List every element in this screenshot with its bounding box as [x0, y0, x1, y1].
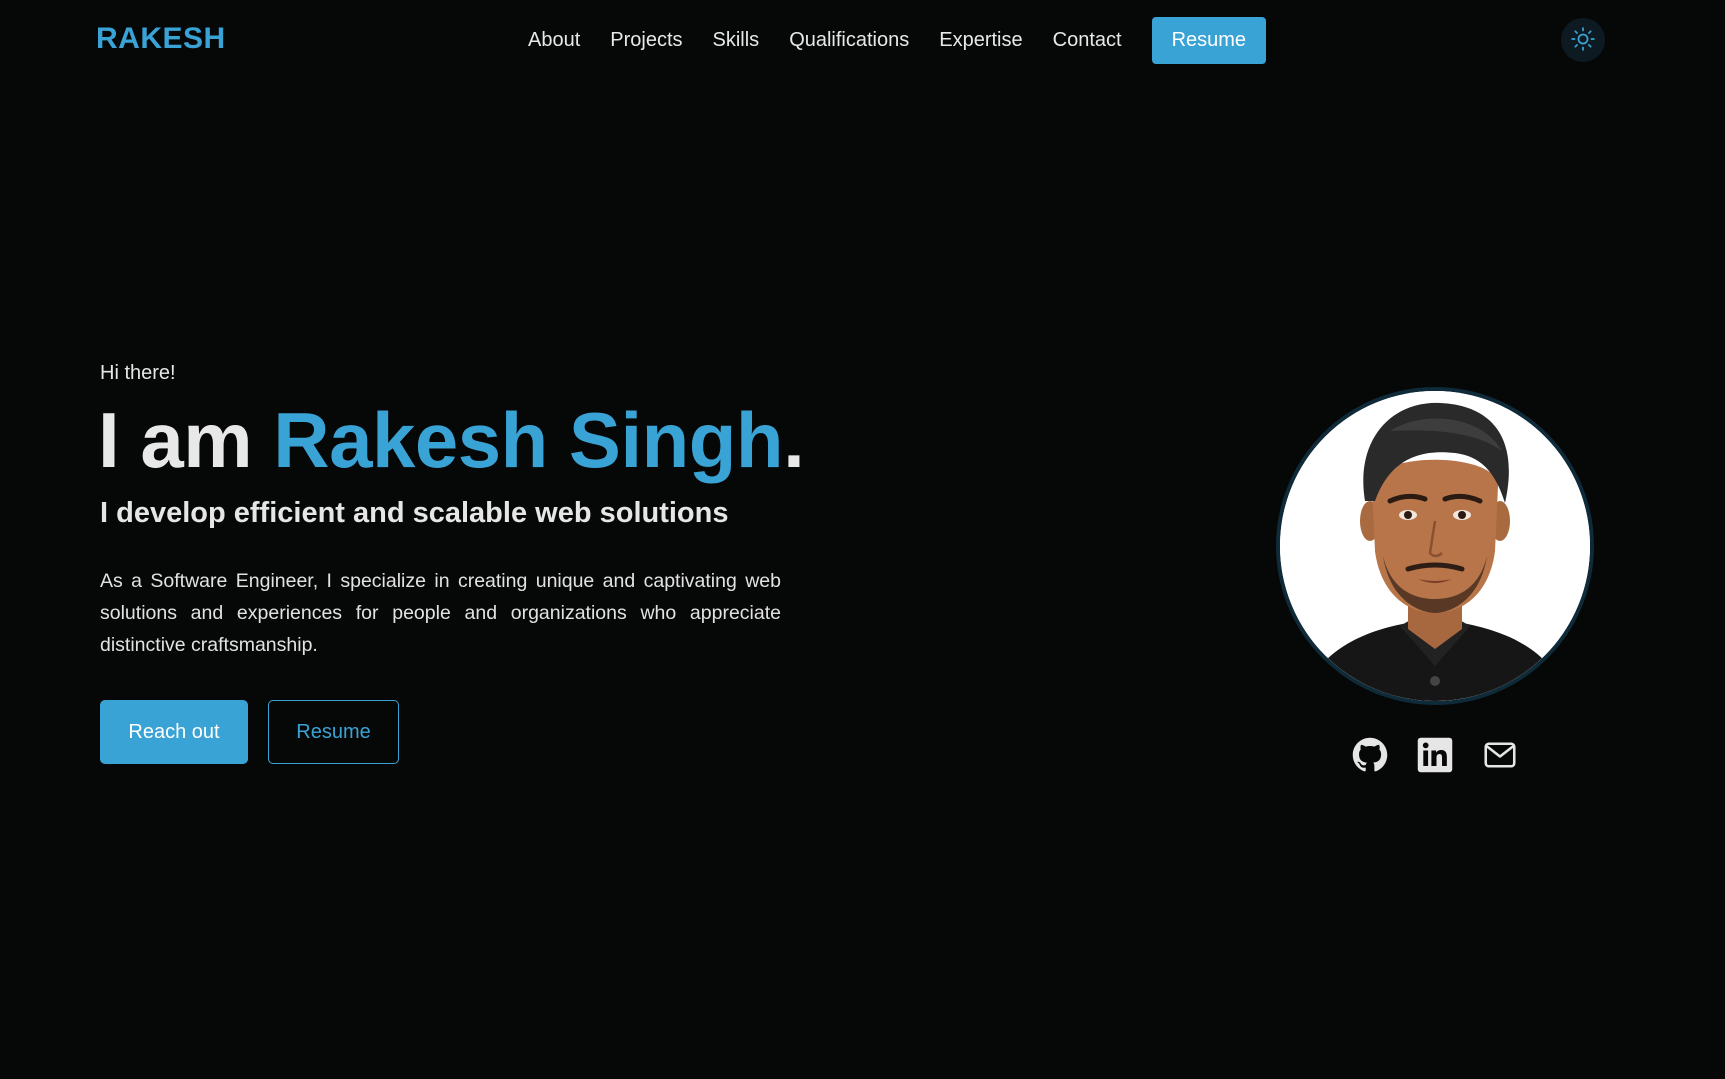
headline-name: Rakesh Singh: [273, 396, 784, 484]
reach-out-button[interactable]: Reach out: [100, 700, 248, 764]
nav-link-about[interactable]: About: [528, 29, 580, 52]
headline-prefix: I am: [98, 396, 274, 484]
logo[interactable]: RAKESH: [96, 22, 226, 56]
nav-resume-button[interactable]: Resume: [1151, 16, 1267, 64]
nav-link-contact[interactable]: Contact: [1053, 29, 1122, 52]
github-icon: [1352, 737, 1388, 778]
headline-suffix: .: [783, 396, 805, 484]
theme-toggle-button[interactable]: [1561, 18, 1605, 62]
navbar: RAKESH About Projects Skills Qualificati…: [0, 0, 1725, 80]
headline: I am Rakesh Singh.: [98, 395, 805, 486]
greeting: Hi there!: [100, 362, 176, 384]
nav-link-projects[interactable]: Projects: [610, 29, 682, 52]
linkedin-link[interactable]: [1415, 737, 1455, 777]
description: As a Software Engineer, I specialize in …: [100, 570, 781, 656]
nav-link-expertise[interactable]: Expertise: [939, 29, 1022, 52]
resume-button[interactable]: Resume: [268, 700, 399, 764]
page: RAKESH About Projects Skills Qualificati…: [0, 0, 1725, 1079]
tagline: I develop efficient and scalable web sol…: [100, 497, 729, 529]
avatar: [1276, 387, 1594, 705]
social-links: [1350, 737, 1545, 777]
mail-link[interactable]: [1480, 737, 1520, 777]
mail-icon: [1482, 737, 1518, 778]
nav-link-skills[interactable]: Skills: [713, 29, 760, 52]
nav-link-qualifications[interactable]: Qualifications: [789, 29, 909, 52]
github-link[interactable]: [1350, 737, 1390, 777]
nav-links: About Projects Skills Qualifications Exp…: [528, 16, 1267, 64]
sun-icon: [1570, 26, 1596, 55]
linkedin-icon: [1417, 737, 1453, 778]
